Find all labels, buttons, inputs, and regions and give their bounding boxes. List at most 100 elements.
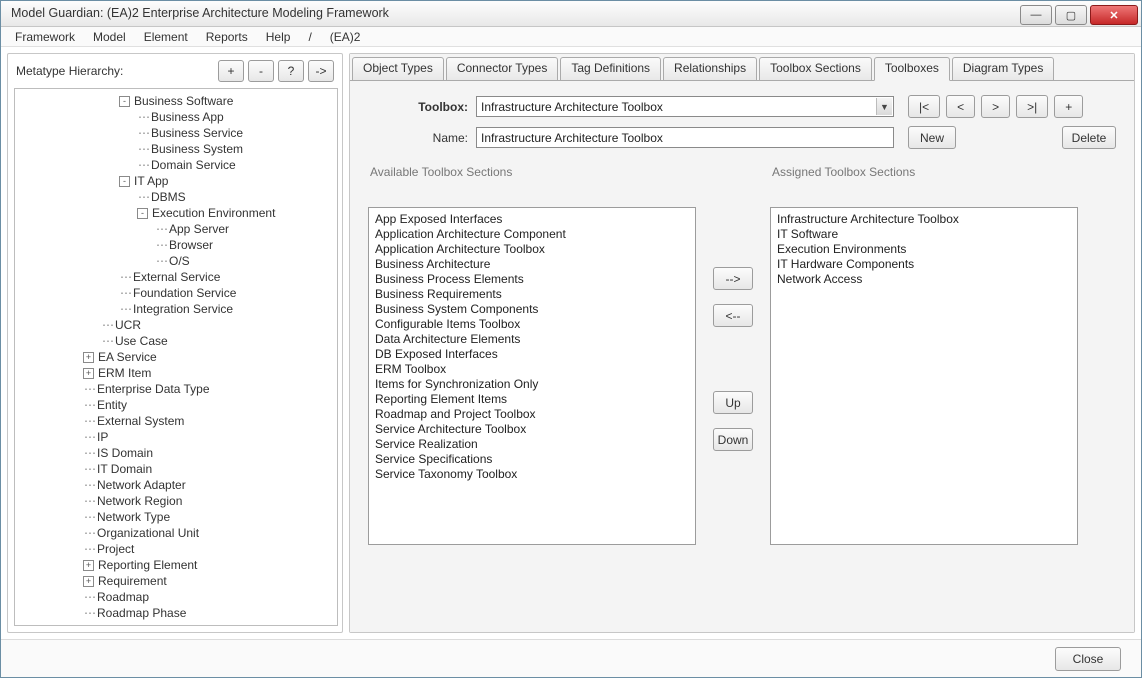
maximize-button[interactable]: ▢ xyxy=(1055,5,1087,25)
list-item[interactable]: Reporting Element Items xyxy=(375,392,689,407)
list-item[interactable]: Roadmap and Project Toolbox xyxy=(375,407,689,422)
menu-item-framework[interactable]: Framework xyxy=(15,30,75,44)
list-item[interactable]: Service Specifications xyxy=(375,452,689,467)
list-item[interactable]: Service Realization xyxy=(375,437,689,452)
list-item[interactable]: Configurable Items Toolbox xyxy=(375,317,689,332)
assigned-listbox[interactable]: Infrastructure Architecture ToolboxIT So… xyxy=(770,207,1078,545)
menu-item-help[interactable]: Help xyxy=(266,30,291,44)
tree-node[interactable]: ⋯ Use Case xyxy=(19,333,337,349)
collapse-icon[interactable]: - xyxy=(119,176,130,187)
collapse-icon[interactable]: - xyxy=(137,208,148,219)
move-right-button[interactable]: --> xyxy=(713,267,753,290)
list-item[interactable]: Application Architecture Component xyxy=(375,227,689,242)
minimize-button[interactable]: — xyxy=(1020,5,1052,25)
list-item[interactable]: Business Process Elements xyxy=(375,272,689,287)
expand-icon[interactable]: + xyxy=(83,368,94,379)
nav-first-button[interactable]: |< xyxy=(908,95,940,118)
list-item[interactable]: Service Architecture Toolbox xyxy=(375,422,689,437)
tree-node[interactable]: ⋯ Network Region xyxy=(19,493,337,509)
tree-node[interactable]: + ERM Item xyxy=(19,365,337,381)
list-item[interactable]: IT Hardware Components xyxy=(777,257,1071,272)
available-listbox[interactable]: App Exposed InterfacesApplication Archit… xyxy=(368,207,696,545)
tab-relationships[interactable]: Relationships xyxy=(663,57,757,81)
list-item[interactable]: IT Software xyxy=(777,227,1071,242)
move-up-button[interactable]: Up xyxy=(713,391,753,414)
tree-node[interactable]: ⋯ Enterprise Data Type xyxy=(19,381,337,397)
tree-node[interactable]: ⋯ UCR xyxy=(19,317,337,333)
tree-node[interactable]: ⋯ IP xyxy=(19,429,337,445)
tree-node[interactable]: ⋯ O/S xyxy=(19,253,337,269)
list-item[interactable]: Data Architecture Elements xyxy=(375,332,689,347)
tree-node[interactable]: ⋯ Network Type xyxy=(19,509,337,525)
tab-toolbox-sections[interactable]: Toolbox Sections xyxy=(759,57,872,81)
tree-node[interactable]: ⋯ DBMS xyxy=(19,189,337,205)
menu-item--[interactable]: / xyxy=(308,30,311,44)
toolbox-combo[interactable]: Infrastructure Architecture Toolbox ▼ xyxy=(476,96,894,117)
tree-node[interactable]: ⋯ Domain Service xyxy=(19,157,337,173)
hierarchy-add-button[interactable]: + xyxy=(218,60,244,82)
menu-item-element[interactable]: Element xyxy=(144,30,188,44)
tree-node[interactable]: - Business Software xyxy=(19,93,337,109)
tree-node[interactable]: ⋯ Entity xyxy=(19,397,337,413)
tree-node[interactable]: ⋯ Foundation Service xyxy=(19,285,337,301)
tree-node[interactable]: ⋯ Project xyxy=(19,541,337,557)
tree-node[interactable]: ⋯ Business System xyxy=(19,141,337,157)
collapse-icon[interactable]: - xyxy=(119,96,130,107)
list-item[interactable]: Application Architecture Toolbox xyxy=(375,242,689,257)
list-item[interactable]: ERM Toolbox xyxy=(375,362,689,377)
tab-connector-types[interactable]: Connector Types xyxy=(446,57,559,81)
tree-node[interactable]: ⋯ Business App xyxy=(19,109,337,125)
expand-icon[interactable]: + xyxy=(83,560,94,571)
hierarchy-help-button[interactable]: ? xyxy=(278,60,304,82)
tree-node[interactable]: ⋯ IS Domain xyxy=(19,445,337,461)
list-item[interactable]: Business Architecture xyxy=(375,257,689,272)
tree-node[interactable]: - Execution Environment xyxy=(19,205,337,221)
tree-node[interactable]: ⋯ Integration Service xyxy=(19,301,337,317)
tab-diagram-types[interactable]: Diagram Types xyxy=(952,57,1054,81)
new-button[interactable]: New xyxy=(908,126,956,149)
list-item[interactable]: Service Taxonomy Toolbox xyxy=(375,467,689,482)
list-item[interactable]: DB Exposed Interfaces xyxy=(375,347,689,362)
tree-node[interactable]: + Reporting Element xyxy=(19,557,337,573)
menu-item-reports[interactable]: Reports xyxy=(206,30,248,44)
tree-node[interactable]: ⋯ Organizational Unit xyxy=(19,525,337,541)
tree-node[interactable]: ⋯ IT Domain xyxy=(19,461,337,477)
move-down-button[interactable]: Down xyxy=(713,428,753,451)
tree-node[interactable]: + Requirement xyxy=(19,573,337,589)
expand-icon[interactable]: + xyxy=(83,352,94,363)
tree-node[interactable]: - IT App xyxy=(19,173,337,189)
move-left-button[interactable]: <-- xyxy=(713,304,753,327)
tree-node[interactable]: ⋯ Roadmap Phase xyxy=(19,605,337,621)
list-item[interactable]: Business Requirements xyxy=(375,287,689,302)
tree-node[interactable]: ⋯ Browser xyxy=(19,237,337,253)
tree-node[interactable]: ⋯ Network Adapter xyxy=(19,477,337,493)
menu-item--ea-2[interactable]: (EA)2 xyxy=(330,30,361,44)
list-item[interactable]: Business System Components xyxy=(375,302,689,317)
nav-next-button[interactable]: > xyxy=(981,95,1010,118)
expand-icon[interactable]: + xyxy=(83,576,94,587)
hierarchy-go-button[interactable]: -> xyxy=(308,60,334,82)
menu-item-model[interactable]: Model xyxy=(93,30,126,44)
list-item[interactable]: App Exposed Interfaces xyxy=(375,212,689,227)
list-item[interactable]: Items for Synchronization Only xyxy=(375,377,689,392)
nav-prev-button[interactable]: < xyxy=(946,95,975,118)
tree-node[interactable]: ⋯ Business Service xyxy=(19,125,337,141)
close-button[interactable]: Close xyxy=(1055,647,1121,671)
nav-last-button[interactable]: >| xyxy=(1016,95,1048,118)
delete-button[interactable]: Delete xyxy=(1062,126,1116,149)
list-item[interactable]: Infrastructure Architecture Toolbox xyxy=(777,212,1071,227)
tree-node[interactable]: + EA Service xyxy=(19,349,337,365)
list-item[interactable]: Network Access xyxy=(777,272,1071,287)
close-window-button[interactable]: ✕ xyxy=(1090,5,1138,25)
tab-object-types[interactable]: Object Types xyxy=(352,57,444,81)
hierarchy-remove-button[interactable]: - xyxy=(248,60,274,82)
tree-node[interactable]: ⋯ App Server xyxy=(19,221,337,237)
tab-tag-definitions[interactable]: Tag Definitions xyxy=(560,57,661,81)
tree-node[interactable]: ⋯ External Service xyxy=(19,269,337,285)
nav-add-button[interactable]: + xyxy=(1054,95,1083,118)
name-input[interactable]: Infrastructure Architecture Toolbox xyxy=(476,127,894,148)
tree-node[interactable]: ⋯ Roadmap xyxy=(19,589,337,605)
list-item[interactable]: Execution Environments xyxy=(777,242,1071,257)
metatype-tree[interactable]: - Business Software⋯ Business App⋯ Busin… xyxy=(15,89,337,625)
tree-node[interactable]: ⋯ External System xyxy=(19,413,337,429)
